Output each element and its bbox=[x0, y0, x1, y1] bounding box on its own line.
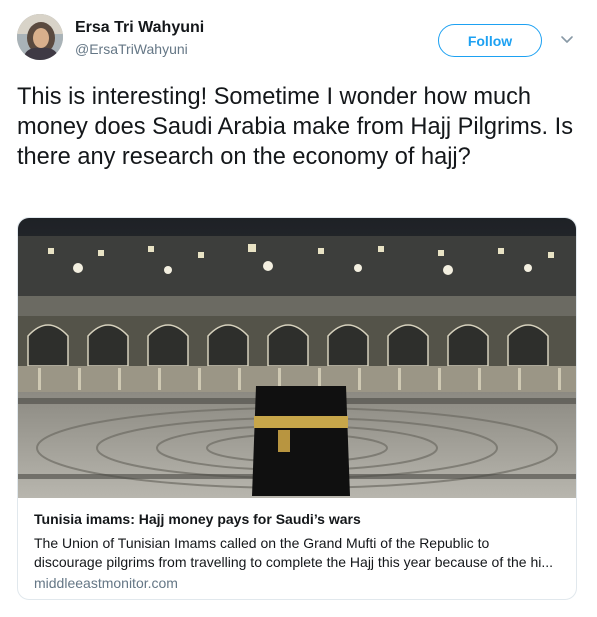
avatar[interactable] bbox=[17, 14, 63, 60]
avatar-image bbox=[17, 14, 63, 60]
card-description: The Union of Tunisian Imams called on th… bbox=[34, 534, 562, 572]
tweet-text: This is interesting! Sometime I wonder h… bbox=[17, 84, 573, 170]
card-image bbox=[18, 218, 576, 498]
follow-button[interactable]: Follow bbox=[438, 24, 542, 57]
card-title[interactable]: Tunisia imams: Hajj money pays for Saudi… bbox=[34, 511, 361, 527]
card-description-line: discourage pilgrims from travelling to c… bbox=[34, 554, 554, 570]
chevron-down-icon[interactable] bbox=[559, 31, 575, 47]
link-card[interactable]: Tunisia imams: Hajj money pays for Saudi… bbox=[17, 217, 577, 600]
author-name[interactable]: Ersa Tri Wahyuni bbox=[75, 19, 204, 37]
author-handle[interactable]: @ErsaTriWahyuni bbox=[75, 41, 188, 57]
card-description-line: The Union of Tunisian Imams called on th… bbox=[34, 535, 490, 551]
card-domain[interactable]: middleeastmonitor.com bbox=[34, 575, 178, 591]
